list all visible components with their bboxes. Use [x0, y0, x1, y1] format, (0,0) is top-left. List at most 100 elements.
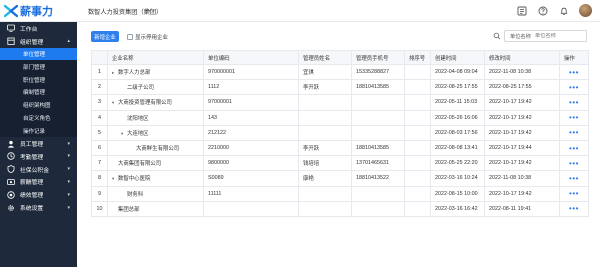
sidebar-subitem-unit-management[interactable]: 单位管理	[0, 47, 77, 61]
company-name: 财务科	[127, 191, 144, 198]
search-box[interactable]: 单位名称	[493, 30, 587, 42]
search-input[interactable]	[535, 33, 577, 39]
sidebar-subitem-operation-log[interactable]: 操作记录	[0, 124, 77, 138]
modified-cell: 2022-11-08 10:38	[484, 63, 560, 81]
sort-cell	[404, 94, 431, 111]
sidebar-subitem-custom-role[interactable]: 自定义角色	[0, 111, 77, 125]
table-row[interactable]: 2 二级子公司 1112 李开跃 18810413585 2022-08-25 17:55…	[91, 79, 589, 96]
table-row[interactable]: 6 大商鲜生有限公司 2210000 李开跃 18810413585 2022-08-08…	[91, 139, 589, 157]
search-icon	[493, 32, 501, 42]
company-name-cell: ▾ 数智中心医院	[107, 170, 204, 187]
document-icon[interactable]	[516, 5, 528, 17]
sort-cell	[404, 139, 431, 157]
employee-icon	[7, 140, 15, 148]
admin-cell	[298, 124, 352, 141]
created-cell: 2022-08-08 13:41	[430, 139, 485, 157]
modified-cell: 2022-10-17 19:42	[484, 124, 560, 141]
bell-icon[interactable]	[558, 5, 570, 17]
workbench-icon	[7, 24, 15, 33]
sidebar-item-org[interactable]: 组织管理 ▴	[0, 35, 77, 48]
sidebar-subitem-position[interactable]: 职位管理	[0, 73, 77, 86]
admin-cell: 钱培培	[298, 155, 352, 172]
created-cell: 2022-08-03 17:56	[430, 124, 485, 141]
search-field-label: 单位名称	[510, 33, 531, 40]
more-actions-icon[interactable]: •••	[559, 185, 589, 202]
sidebar-item-performance[interactable]: 绩效管理 ▾	[0, 188, 77, 201]
avatar[interactable]	[579, 4, 592, 17]
company-name: 数智中心医院	[118, 176, 151, 183]
phone-cell: 18810413585	[351, 139, 405, 157]
modified-cell: 2022-08-25 17:55	[484, 79, 560, 96]
more-actions-icon[interactable]: •••	[559, 79, 589, 96]
chevron-down-icon[interactable]	[146, 6, 153, 15]
settings-icon	[7, 204, 15, 212]
row-index: 4	[91, 109, 108, 126]
sidebar-item-salary[interactable]: 薪酬管理 ▾	[0, 176, 77, 189]
sidebar-item-attendance[interactable]: 考勤管理 ▾	[0, 150, 77, 163]
company-name-cell: ▾ 大商投资管理有限公司	[107, 94, 204, 111]
modified-cell: 2022-10-17 19:44	[484, 139, 560, 157]
col-header-unit-code: 单位编码	[203, 50, 299, 65]
sidebar-item-label: 薪酬管理	[20, 180, 44, 187]
admin-cell	[298, 109, 352, 126]
col-header-company-name: 企业名称	[107, 50, 204, 65]
table-row[interactable]: 7 大商集团有限公司 9800000 钱培培 13701465631 2022-05-25…	[91, 155, 589, 172]
row-index: 3	[91, 94, 108, 111]
col-header-index	[91, 50, 108, 65]
phone-cell	[351, 109, 405, 126]
table-row[interactable]: 1 ▸ 数字人力总部 970000001 宜琪 15335288827 2022-04-08…	[91, 63, 589, 81]
checkbox[interactable]	[127, 34, 133, 40]
created-cell: 2022-05-11 15:03	[430, 94, 485, 111]
more-actions-icon[interactable]: •••	[559, 170, 589, 187]
add-company-button[interactable]: 新增企业	[91, 31, 119, 42]
admin-cell: 李开跃	[298, 79, 352, 96]
insurance-icon	[7, 165, 15, 174]
created-cell: 2022-08-15 10:00	[430, 185, 485, 202]
phone-cell: 15335288827	[351, 63, 405, 81]
sidebar-item-insurance[interactable]: 社保公积金 ▾	[0, 163, 77, 176]
table-row[interactable]: 8 ▾ 数智中心医院 S0089 康艳 18810413522 2022-03-16 10:…	[91, 170, 589, 187]
table-row[interactable]: 10 集团总部 2022-03-16 16:42 2022-08-11 19:41 ••…	[91, 200, 589, 217]
sidebar-item-label: 绩效管理	[20, 193, 44, 200]
chevron-up-icon: ▴	[67, 38, 70, 45]
more-actions-icon[interactable]: •••	[559, 94, 589, 111]
more-actions-icon[interactable]: •••	[559, 139, 589, 157]
sidebar-item-settings[interactable]: 系统设置 ▾	[0, 201, 77, 214]
sidebar-item-label: 社保公积金	[20, 167, 49, 174]
created-cell: 2022-05-26 16:06	[430, 109, 485, 126]
sort-cell	[404, 124, 431, 141]
show-disabled-toggle[interactable]: 显示停用企业	[127, 33, 168, 41]
created-cell: 2022-08-25 17:55	[430, 79, 485, 96]
modified-cell: 2022-10-17 19:42	[484, 94, 560, 111]
company-name: 大商投资管理有限公司	[118, 100, 172, 107]
phone-cell: 18810413585	[351, 79, 405, 96]
company-name-cell: ▾ 大连地区	[107, 124, 204, 141]
more-actions-icon[interactable]: •••	[559, 200, 589, 217]
modified-cell: 2022-10-17 19:42	[484, 109, 560, 126]
table-row[interactable]: 4 沈阳地区 143 2022-05-26 16:06 2022-10-17 19:42…	[91, 109, 589, 126]
more-actions-icon[interactable]: •••	[559, 155, 589, 172]
sidebar-item-employee[interactable]: 员工管理 ▾	[0, 137, 77, 150]
salary-icon	[7, 178, 15, 186]
row-index: 8	[91, 170, 108, 187]
sidebar-item-workbench[interactable]: 工作台	[0, 22, 77, 35]
more-actions-icon[interactable]: •••	[559, 124, 589, 141]
sidebar-subitem-org-chart[interactable]: 组织架构图	[0, 98, 77, 112]
company-table: 企业名称 单位编码 管理员姓名 管理员手机号 排序号 创建时间 修改时间 操作 …	[91, 50, 589, 217]
phone-cell	[351, 94, 405, 111]
table-row[interactable]: 5 ▾ 大连地区 212122 2022-08-03 17:56 2022-10-17 1…	[91, 124, 589, 141]
company-name: 数字人力总部	[118, 70, 151, 77]
table-row[interactable]: 3 ▾ 大商投资管理有限公司 97000001 2022-05-11 15:03 2022…	[91, 94, 589, 111]
table-row[interactable]: 9 财务科 11111 2022-08-15 10:00 2022-10-17 19:4…	[91, 185, 589, 202]
sidebar-item-label: 组织管理	[20, 39, 44, 46]
col-header-sort: 排序号	[404, 50, 431, 65]
company-name-cell: 二级子公司	[107, 79, 204, 96]
code-cell: 970000001	[203, 63, 299, 81]
sidebar: 工作台 组织管理 ▴ 单位管理 部门管理 职位管理 编制管理 组织架构图 自定义…	[0, 22, 77, 267]
sidebar-subitem-department[interactable]: 部门管理	[0, 60, 77, 74]
more-actions-icon[interactable]: •••	[559, 109, 589, 126]
sidebar-item-label: 员工管理	[20, 142, 44, 149]
more-actions-icon[interactable]: •••	[559, 63, 589, 81]
sidebar-subitem-staffing[interactable]: 编制管理	[0, 85, 77, 99]
help-icon[interactable]	[537, 5, 549, 17]
